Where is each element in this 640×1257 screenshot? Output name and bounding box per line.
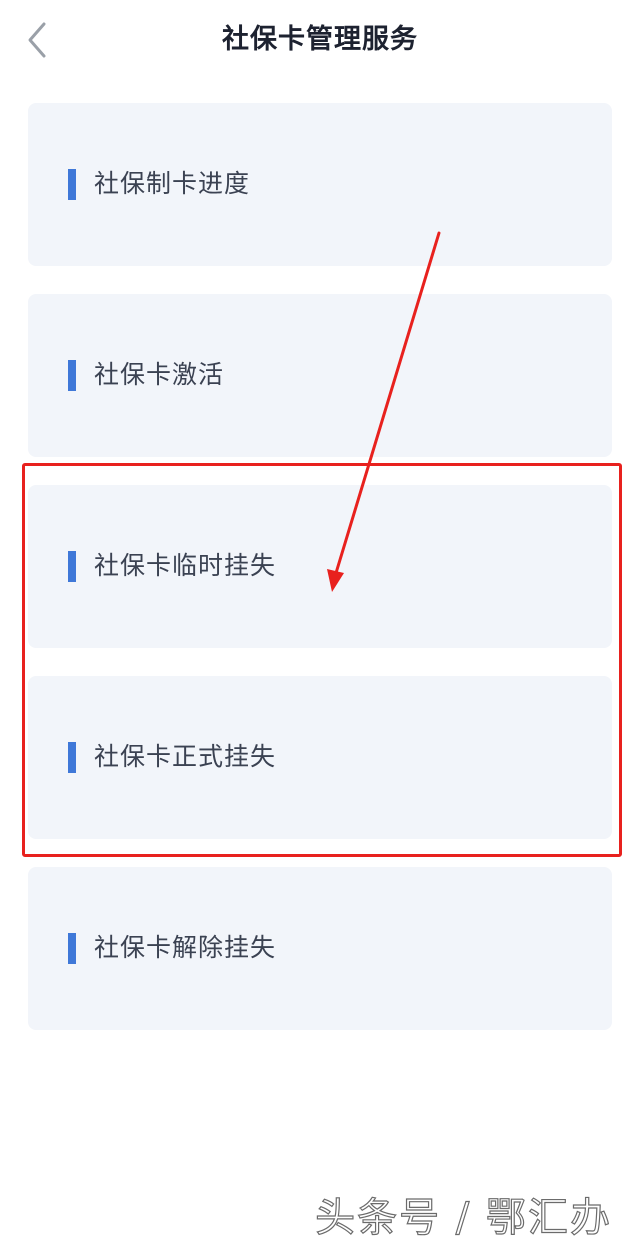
accent-bar <box>68 933 76 964</box>
accent-bar <box>68 742 76 773</box>
menu-item-label: 社保卡激活 <box>94 360 225 389</box>
menu-item-card-formal-loss[interactable]: 社保卡正式挂失 <box>28 676 612 839</box>
accent-bar <box>68 360 76 391</box>
menu-item-card-progress[interactable]: 社保制卡进度 <box>28 103 612 266</box>
navigation-header: 社保卡管理服务 <box>0 0 640 80</box>
page-title: 社保卡管理服务 <box>222 24 418 55</box>
menu-item-card-cancel-loss[interactable]: 社保卡解除挂失 <box>28 867 612 1030</box>
accent-bar <box>68 551 76 582</box>
menu-item-label: 社保卡解除挂失 <box>94 933 277 962</box>
menu-item-label: 社保制卡进度 <box>94 169 251 198</box>
watermark-text: 头条号 / 鄂汇办 <box>314 1194 612 1241</box>
menu-item-card-temporary-loss[interactable]: 社保卡临时挂失 <box>28 485 612 648</box>
menu-item-card-activation[interactable]: 社保卡激活 <box>28 294 612 457</box>
menu-item-label: 社保卡正式挂失 <box>94 742 277 771</box>
accent-bar <box>68 169 76 200</box>
menu-item-label: 社保卡临时挂失 <box>94 551 277 580</box>
